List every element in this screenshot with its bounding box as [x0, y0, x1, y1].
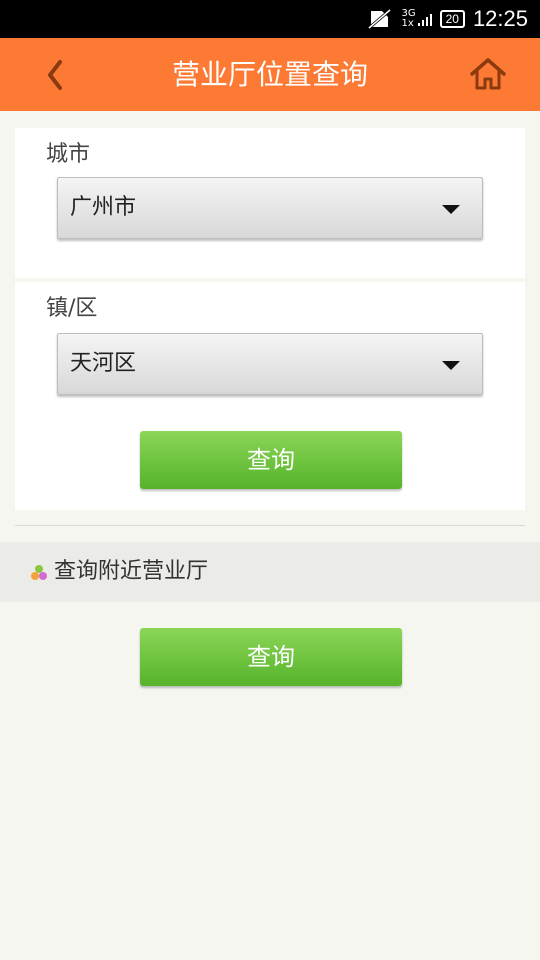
district-select-value: 天河区 — [70, 351, 137, 376]
no-sim-icon — [368, 9, 392, 29]
signal-icon — [417, 14, 432, 26]
dropdown-arrow-icon — [442, 205, 460, 214]
network-type-bottom: 1x — [401, 18, 414, 29]
dots-icon — [31, 565, 47, 580]
status-bar: 3G 1x 20 12:25 — [0, 0, 540, 38]
district-card: 镇/区 天河区 查询 — [15, 282, 525, 510]
app-header: 营业厅位置查询 — [0, 38, 540, 111]
home-icon — [470, 58, 506, 90]
network-indicator: 3G 1x — [401, 9, 432, 29]
home-button[interactable] — [468, 56, 508, 92]
battery-indicator: 20 — [439, 10, 465, 28]
nearby-section-header: 查询附近营业厅 — [0, 542, 540, 602]
district-select[interactable]: 天河区 — [57, 333, 483, 395]
status-indicators: 3G 1x 20 12:25 — [367, 0, 528, 38]
city-select-value: 广州市 — [70, 195, 137, 220]
city-card: 城市 广州市 — [15, 128, 525, 278]
city-label: 城市 — [46, 142, 91, 167]
nearby-section-title: 查询附近营业厅 — [54, 559, 209, 584]
query-button[interactable]: 查询 — [140, 431, 402, 489]
dropdown-arrow-icon — [442, 361, 460, 370]
nearby-query-button[interactable]: 查询 — [140, 628, 402, 686]
city-select[interactable]: 广州市 — [57, 177, 483, 239]
page-title: 营业厅位置查询 — [171, 58, 368, 91]
status-time: 12:25 — [472, 6, 528, 31]
section-divider — [15, 525, 525, 526]
district-label: 镇/区 — [46, 296, 98, 321]
